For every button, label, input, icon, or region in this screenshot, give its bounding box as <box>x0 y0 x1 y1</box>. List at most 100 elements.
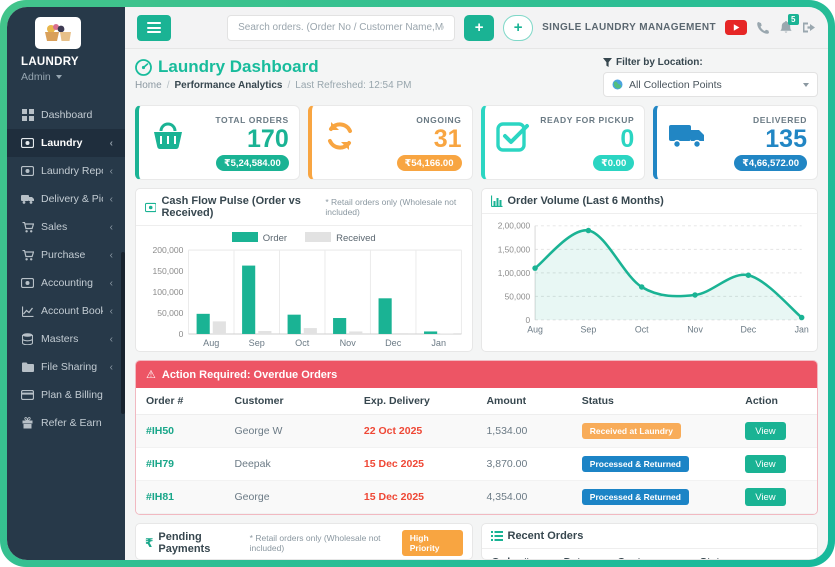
breadcrumb-home[interactable]: Home <box>135 80 162 91</box>
rupee-icon: ₹ <box>145 536 154 551</box>
svg-text:1,50,000: 1,50,000 <box>497 245 530 255</box>
svg-text:Sep: Sep <box>580 325 596 335</box>
stat-value: 0 <box>620 125 635 153</box>
admin-menu[interactable]: Admin <box>21 71 125 83</box>
bottom-row: ₹ Pending Payments * Retail orders only … <box>135 523 818 560</box>
svg-text:2,00,000: 2,00,000 <box>497 221 530 231</box>
svg-text:Aug: Aug <box>527 325 543 335</box>
panel-title: Cash Flow Pulse (Order vs Received) <box>161 195 301 220</box>
order-id[interactable]: #IH81 <box>136 480 225 515</box>
filter-icon <box>603 58 612 67</box>
sidebar-item-laundry[interactable]: Laundry ‹ <box>7 129 125 157</box>
cash-icon <box>145 202 157 212</box>
grid-icon <box>21 109 34 121</box>
status-badge: Processed & Returned <box>581 456 689 473</box>
svg-text:1,00,000: 1,00,000 <box>497 268 530 278</box>
truck-icon <box>21 193 34 205</box>
folder-icon <box>21 361 34 373</box>
stat-card-ongoing[interactable]: ONGOING 31 ₹54,166.00 <box>307 105 473 181</box>
stat-card-delivered[interactable]: DELIVERED 135 ₹4,66,572.00 <box>653 105 818 181</box>
check-icon <box>495 119 531 171</box>
chevron-down-icon <box>55 75 62 79</box>
svg-text:150,000: 150,000 <box>152 266 183 276</box>
youtube-icon[interactable] <box>725 20 747 35</box>
sidebar-item-account-books[interactable]: Account Books ‹ <box>7 297 125 325</box>
stat-amount-badge: ₹0.00 <box>593 155 635 172</box>
dashboard-icon <box>135 58 152 76</box>
view-button[interactable]: View <box>745 422 786 441</box>
sidebar-item-sales[interactable]: Sales ‹ <box>7 213 125 241</box>
bell-icon[interactable]: 5 <box>779 14 799 35</box>
overdue-table: Order # Customer Exp. Delivery Amount St… <box>136 388 817 515</box>
view-button[interactable]: View <box>745 455 786 474</box>
panel-note: * Retail orders only (Wholesale not incl… <box>249 533 381 554</box>
app-window: LAUNDRY Admin Dashboard Laundry ‹ Laundr… <box>7 7 828 560</box>
order-volume-line-chart[interactable]: 0 50,000 1,00,000 1,50,000 2,00,000 Aug Sep Oct… <box>488 216 812 336</box>
sidebar-scrollbar[interactable] <box>121 252 125 414</box>
stat-label: READY FOR PICKUP <box>540 115 635 125</box>
expected-delivery: 15 Dec 2025 <box>353 447 477 482</box>
sidebar-item-refer-earn[interactable]: Refer & Earn <box>7 409 125 437</box>
recent-orders-panel: Recent Orders Order # Date Customer Stat… <box>480 523 818 560</box>
svg-text:100,000: 100,000 <box>152 287 183 297</box>
phone-icon[interactable] <box>756 21 770 35</box>
order-id[interactable]: #IH50 <box>136 414 225 449</box>
menu-toggle-button[interactable] <box>137 14 171 41</box>
sidebar-item-accounting[interactable]: Accounting ‹ <box>7 269 125 297</box>
warning-icon: ⚠ <box>146 369 156 382</box>
brand-logo <box>35 17 81 49</box>
stat-value: 135 <box>765 125 807 153</box>
admin-label: Admin <box>21 71 51 83</box>
sidebar-item-laundry-reports[interactable]: Laundry Reports ‹ <box>7 157 125 185</box>
panel-title: Order Volume (Last 6 Months) <box>507 195 664 208</box>
stat-amount-badge: ₹4,66,572.00 <box>734 155 807 172</box>
order-id[interactable]: #IH79 <box>136 447 225 482</box>
svg-text:200,000: 200,000 <box>152 245 183 255</box>
svg-text:Sep: Sep <box>249 338 265 348</box>
cash-icon <box>21 137 34 149</box>
svg-text:0: 0 <box>179 329 184 339</box>
breadcrumb: Home / Performance Analytics / Last Refr… <box>135 80 412 91</box>
sidebar-item-plan-billing[interactable]: Plan & Billing <box>7 381 125 409</box>
amount: 3,870.00 <box>476 447 572 482</box>
svg-text:50,000: 50,000 <box>157 308 183 318</box>
stat-amount-badge: ₹54,166.00 <box>396 155 462 172</box>
page-title: Laundry Dashboard <box>135 57 411 77</box>
search-input[interactable] <box>227 14 456 41</box>
app-frame: LAUNDRY Admin Dashboard Laundry ‹ Laundr… <box>0 0 835 567</box>
breadcrumb-current: Performance Analytics <box>174 80 283 91</box>
sidebar-item-purchase[interactable]: Purchase ‹ <box>7 241 125 269</box>
view-button[interactable]: View <box>745 488 786 507</box>
svg-text:Oct: Oct <box>295 338 310 348</box>
sidebar-item-dashboard[interactable]: Dashboard <box>7 101 125 129</box>
dashboard-content: Laundry Dashboard Home / Performance Ana… <box>125 49 828 560</box>
expected-delivery: 15 Dec 2025 <box>353 480 477 515</box>
globe-icon <box>612 79 623 90</box>
sidebar-nav: Dashboard Laundry ‹ Laundry Reports ‹ De… <box>7 101 125 437</box>
svg-text:Nov: Nov <box>340 338 357 348</box>
legend-swatch-order <box>231 232 258 243</box>
sidebar-item-delivery-pickup[interactable]: Delivery & Pickup ‹ <box>7 185 125 213</box>
line-chart-icon <box>21 305 34 317</box>
quick-add-button[interactable]: + <box>503 14 534 41</box>
cash-flow-bar-chart[interactable]: 0 50,000 100,000 150,000 200,000 Aug Sep Oct Nov… <box>142 244 466 349</box>
panel-title: Pending Payments <box>158 531 211 556</box>
refresh-icon <box>322 119 358 171</box>
stat-value: 170 <box>247 125 289 153</box>
panel-title: Recent Orders <box>507 530 584 543</box>
add-order-button[interactable]: + <box>464 14 495 41</box>
table-row: #IH50 George W 22 Oct 2025 1,534.00 Rece… <box>136 414 817 449</box>
truck-icon <box>667 119 707 171</box>
customer-name: Deepak <box>224 447 354 482</box>
sidebar-item-file-sharing[interactable]: File Sharing ‹ <box>7 353 125 381</box>
customer-name: George W <box>224 414 354 449</box>
cash-flow-panel: Cash Flow Pulse (Order vs Received) * Re… <box>135 188 473 353</box>
stat-cards: TOTAL ORDERS 170 ₹5,24,584.00 ONGOING 31… <box>135 105 818 181</box>
sign-out-icon[interactable] <box>802 21 816 34</box>
amount: 1,534.00 <box>476 414 572 449</box>
location-select[interactable]: All Collection Points <box>603 72 818 97</box>
svg-text:Dec: Dec <box>385 338 402 348</box>
sidebar-item-masters[interactable]: Masters ‹ <box>7 325 125 353</box>
stat-card-total-orders[interactable]: TOTAL ORDERS 170 ₹5,24,584.00 <box>135 105 300 181</box>
stat-card-ready-for-pickup[interactable]: READY FOR PICKUP 0 ₹0.00 <box>480 105 646 181</box>
